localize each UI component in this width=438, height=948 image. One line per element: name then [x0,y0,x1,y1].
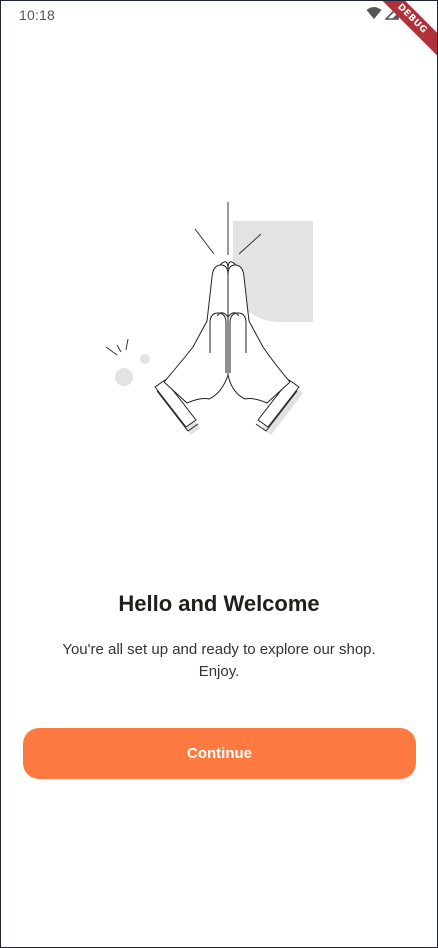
status-time: 10:18 [19,7,56,23]
welcome-message-line-1: You're all set up and ready to explore o… [62,641,376,658]
welcome-message: You're all set up and ready to explore o… [41,639,397,683]
welcome-message-line-2: Enjoy. [198,663,240,680]
page-title: Hello and Welcome [118,591,320,616]
app-screen: 10:18 DEBUG Hello and Welcome You're all… [0,0,438,948]
status-bar: 10:18 DEBUG [1,1,437,64]
continue-button[interactable]: Continue [23,728,416,779]
praying-hands-illustration [97,197,330,443]
wifi-icon [366,6,382,25]
